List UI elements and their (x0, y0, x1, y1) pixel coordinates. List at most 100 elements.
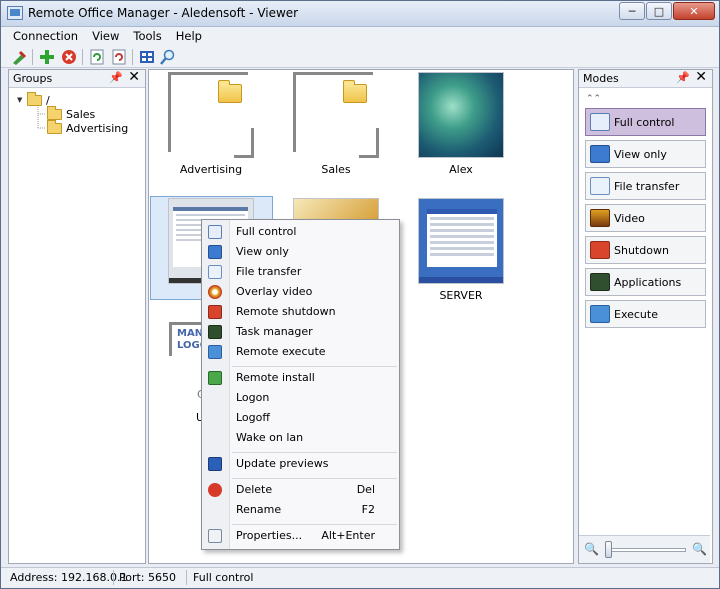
maximize-button[interactable]: □ (646, 2, 672, 20)
monitor-icon (208, 245, 222, 259)
menu-item-full-control[interactable]: Full control (202, 222, 399, 242)
execute-icon (590, 305, 610, 323)
frame-corner (359, 128, 379, 158)
pin-icon[interactable]: 📌 (676, 71, 690, 84)
menu-item-label: Task manager (236, 325, 313, 338)
menu-shortcut: F2 (361, 503, 375, 516)
refresh-icon[interactable] (89, 49, 105, 65)
status-bar: Address: 192.168.0.1 Port: 5650 Full con… (1, 567, 719, 588)
grid-view-icon (208, 457, 222, 471)
menu-item-wake-on-lan[interactable]: Wake on lan (202, 428, 399, 448)
menu-item-file-transfer[interactable]: File transfer (202, 262, 399, 282)
menu-item-remote-shutdown[interactable]: Remote shutdown (202, 302, 399, 322)
title-bar[interactable]: Remote Office Manager - Aledensoft - Vie… (1, 1, 719, 27)
tree-item-label: Advertising (66, 121, 129, 135)
mode-execute[interactable]: Execute (585, 300, 706, 328)
task-manager-icon (208, 325, 222, 339)
delete-icon[interactable] (61, 49, 77, 65)
menu-tools[interactable]: Tools (126, 27, 168, 46)
screen-thumbnail (418, 72, 504, 158)
status-mode: Full control (193, 571, 254, 584)
status-port: Port: 5650 (119, 571, 177, 584)
pin-icon[interactable]: 📌 (109, 71, 123, 84)
mode-full-control[interactable]: Full control (585, 108, 706, 136)
mode-video[interactable]: Video (585, 204, 706, 232)
video-icon (208, 285, 222, 299)
menu-item-properties[interactable]: Properties... Alt+Enter (202, 526, 399, 546)
zoom-in-icon[interactable]: 🔍 (692, 542, 707, 556)
group-thumbnail (293, 72, 379, 158)
group-tile-sales[interactable]: Sales (286, 72, 386, 176)
shutdown-icon (208, 305, 222, 319)
mode-label: Full control (614, 116, 675, 129)
desktop-preview (418, 72, 504, 158)
toolbar-separator (32, 49, 33, 65)
menu-connection[interactable]: Connection (1, 27, 85, 46)
menu-item-label: Delete (236, 483, 273, 496)
properties-icon (208, 529, 222, 543)
folder-icon (218, 80, 242, 103)
minimize-button[interactable]: ─ (619, 2, 645, 20)
app-icon (7, 6, 23, 20)
mode-applications[interactable]: Applications (585, 268, 706, 296)
menu-item-logon[interactable]: Logon (202, 388, 399, 408)
screen-thumbnail (418, 198, 504, 284)
mode-shutdown[interactable]: Shutdown (585, 236, 706, 264)
menu-shortcut: Del (356, 483, 375, 496)
close-icon[interactable]: ✕ (695, 69, 707, 85)
install-icon (208, 371, 222, 385)
folder-icon (343, 80, 367, 103)
search-icon[interactable] (160, 49, 176, 65)
add-icon[interactable] (39, 49, 55, 65)
menu-separator (232, 478, 397, 479)
refresh-all-icon[interactable] (111, 49, 127, 65)
scroll-up-icon[interactable]: ⌃⌃ (586, 94, 601, 104)
menu-bar: Connection View Tools Help (1, 27, 719, 46)
mode-file-transfer[interactable]: File transfer (585, 172, 706, 200)
delete-icon (208, 483, 222, 497)
shutdown-icon (590, 241, 610, 259)
tree-item-label: Sales (66, 107, 96, 121)
computer-tile-server[interactable]: SERVER (411, 198, 511, 302)
desktop-preview (418, 198, 504, 284)
mode-view-only[interactable]: View only (585, 140, 706, 168)
computer-tile-alex[interactable]: Alex (411, 72, 511, 176)
file-transfer-icon (208, 265, 222, 279)
close-icon[interactable]: ✕ (128, 69, 140, 85)
grid-view-icon[interactable] (139, 49, 155, 65)
mode-label: Applications (614, 276, 682, 289)
menu-item-view-only[interactable]: View only (202, 242, 399, 262)
status-divider (186, 570, 187, 585)
menu-help[interactable]: Help (169, 27, 209, 46)
menu-item-logoff[interactable]: Logoff (202, 408, 399, 428)
toolbar (1, 46, 719, 68)
video-icon (590, 209, 610, 227)
full-control-icon (208, 225, 222, 239)
window-title: Remote Office Manager - Aledensoft - Vie… (28, 6, 299, 20)
menu-item-remote-execute[interactable]: Remote execute (202, 342, 399, 362)
menu-item-remote-install[interactable]: Remote install (202, 368, 399, 388)
menu-item-task-manager[interactable]: Task manager (202, 322, 399, 342)
modes-panel-header: Modes 📌 ✕ (579, 69, 712, 88)
status-address: Address: 192.168.0.1 (10, 571, 128, 584)
group-tile-advertising[interactable]: Advertising (161, 72, 261, 176)
applications-icon (590, 273, 610, 291)
close-button[interactable]: ✕ (673, 2, 715, 20)
menu-item-label: Full control (236, 225, 297, 238)
menu-separator (232, 524, 397, 525)
tile-label: Advertising (179, 163, 243, 176)
mode-label: View only (614, 148, 667, 161)
menu-shortcut: Alt+Enter (321, 529, 375, 542)
menu-item-overlay-video[interactable]: Overlay video (202, 282, 399, 302)
connect-icon[interactable] (11, 49, 27, 65)
menu-item-delete[interactable]: Delete Del (202, 480, 399, 500)
zoom-out-icon[interactable]: 🔍 (584, 542, 599, 556)
menu-item-update-previews[interactable]: Update previews (202, 454, 399, 474)
zoom-slider-track[interactable] (606, 548, 686, 552)
execute-icon (208, 345, 222, 359)
mode-label: Execute (614, 308, 658, 321)
zoom-slider-thumb[interactable] (605, 541, 612, 558)
menu-view[interactable]: View (85, 27, 126, 46)
menu-item-label: Properties... (236, 529, 303, 542)
menu-item-rename[interactable]: Rename F2 (202, 500, 399, 520)
